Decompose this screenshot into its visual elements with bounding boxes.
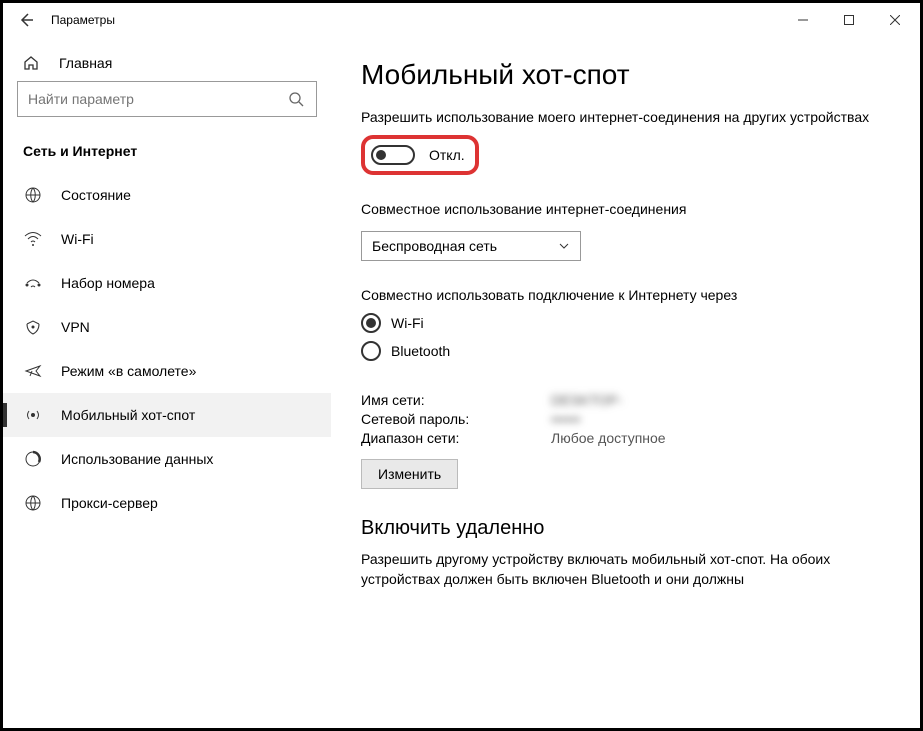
toggle-state-label: Откл. — [429, 147, 465, 163]
category-header: Сеть и Интернет — [3, 125, 331, 173]
wifi-icon — [23, 230, 43, 248]
window-controls — [780, 5, 918, 35]
hotspot-toggle[interactable] — [371, 145, 415, 165]
window-title: Параметры — [51, 13, 780, 27]
proxy-icon — [23, 494, 43, 512]
network-band-row: Диапазон сети: Любое доступное — [361, 430, 890, 446]
main-area: Главная Сеть и Интернет Состояние Wi-Fi … — [3, 37, 920, 728]
nav-hotspot[interactable]: Мобильный хот-спот — [3, 393, 331, 437]
nav-status[interactable]: Состояние — [3, 173, 331, 217]
nav-proxy[interactable]: Прокси-сервер — [3, 481, 331, 525]
radio-label: Bluetooth — [391, 343, 450, 359]
page-heading: Мобильный хот-спот — [361, 59, 890, 91]
hotspot-toggle-row: Откл. — [371, 145, 465, 165]
nav-label: Использование данных — [61, 451, 213, 467]
share-from-label: Совместное использование интернет-соедин… — [361, 201, 890, 217]
network-password-value: •••••• — [551, 411, 580, 427]
settings-window: Параметры Главная Сеть и Интернет Сост — [0, 0, 923, 731]
nav-data-usage[interactable]: Использование данных — [3, 437, 331, 481]
radio-wifi[interactable]: Wi-Fi — [361, 313, 890, 333]
minimize-button[interactable] — [780, 5, 826, 35]
nav-dialup[interactable]: Набор номера — [3, 261, 331, 305]
search-wrap — [3, 81, 331, 125]
radio-icon — [361, 341, 381, 361]
network-name-value: DESKTOP- — [551, 392, 622, 408]
sidebar: Главная Сеть и Интернет Состояние Wi-Fi … — [3, 37, 331, 728]
maximize-icon — [844, 15, 854, 25]
nav-label: Wi-Fi — [61, 231, 94, 247]
nav-label: Режим «в самолете» — [61, 363, 196, 379]
network-name-key: Имя сети: — [361, 392, 551, 408]
status-icon — [23, 186, 43, 204]
chevron-down-icon — [558, 240, 570, 252]
network-name-row: Имя сети: DESKTOP- — [361, 392, 890, 408]
nav-label: Состояние — [61, 187, 131, 203]
highlight-callout: Откл. — [361, 135, 479, 175]
share-from-select[interactable]: Беспроводная сеть — [361, 231, 581, 261]
search-input[interactable] — [28, 91, 288, 107]
nav-label: Прокси-сервер — [61, 495, 158, 511]
nav-label: Мобильный хот-спот — [61, 407, 195, 423]
radio-label: Wi-Fi — [391, 315, 424, 331]
nav-label: VPN — [61, 319, 90, 335]
dialup-icon — [23, 274, 43, 292]
share-connection-label: Разрешить использование моего интернет-с… — [361, 109, 890, 125]
network-password-row: Сетевой пароль: •••••• — [361, 411, 890, 427]
nav-wifi[interactable]: Wi-Fi — [3, 217, 331, 261]
titlebar: Параметры — [3, 3, 920, 37]
hotspot-icon — [23, 406, 43, 424]
minimize-icon — [798, 15, 808, 25]
close-button[interactable] — [872, 5, 918, 35]
remote-description: Разрешить другому устройству включать мо… — [361, 550, 890, 589]
home-link[interactable]: Главная — [3, 45, 331, 81]
network-password-key: Сетевой пароль: — [361, 411, 551, 427]
search-icon — [288, 91, 306, 107]
airplane-icon — [23, 362, 43, 380]
radio-bluetooth[interactable]: Bluetooth — [361, 341, 890, 361]
home-icon — [23, 55, 41, 71]
nav-airplane[interactable]: Режим «в самолете» — [3, 349, 331, 393]
arrow-left-icon — [18, 12, 34, 28]
vpn-icon — [23, 318, 43, 336]
remote-heading: Включить удаленно — [361, 517, 890, 540]
nav-label: Набор номера — [61, 275, 155, 291]
select-value: Беспроводная сеть — [372, 238, 497, 254]
close-icon — [890, 15, 900, 25]
nav-vpn[interactable]: VPN — [3, 305, 331, 349]
share-over-label: Совместно использовать подключение к Инт… — [361, 287, 890, 303]
content-pane: Мобильный хот-спот Разрешить использован… — [331, 37, 920, 728]
radio-icon — [361, 313, 381, 333]
home-label: Главная — [59, 55, 112, 71]
back-button[interactable] — [5, 5, 47, 35]
edit-button[interactable]: Изменить — [361, 459, 458, 489]
network-band-key: Диапазон сети: — [361, 430, 551, 446]
maximize-button[interactable] — [826, 5, 872, 35]
network-band-value: Любое доступное — [551, 430, 666, 446]
search-box[interactable] — [17, 81, 317, 117]
data-usage-icon — [23, 450, 43, 468]
